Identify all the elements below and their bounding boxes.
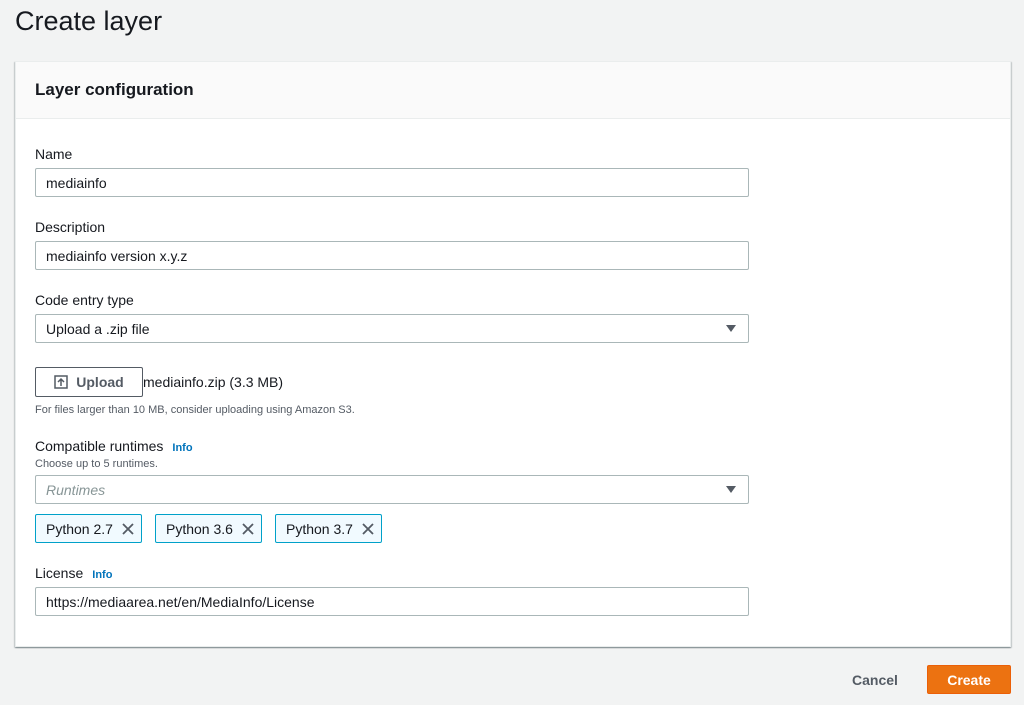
- runtimes-hint: Choose up to 5 runtimes.: [35, 458, 158, 470]
- upload-button[interactable]: Upload: [35, 367, 143, 397]
- code-entry-type-select[interactable]: Upload a .zip file: [35, 314, 749, 343]
- upload-icon: [54, 375, 69, 389]
- panel-header: Layer configuration: [16, 62, 1010, 119]
- runtimes-info-link[interactable]: Info: [172, 442, 192, 454]
- runtimes-placeholder: Runtimes: [46, 481, 106, 498]
- upload-hint: For files larger than 10 MB, consider up…: [35, 404, 355, 416]
- name-input-value: mediainfo: [46, 174, 107, 191]
- close-icon[interactable]: [361, 522, 375, 536]
- create-button[interactable]: Create: [927, 665, 1011, 694]
- compatible-runtimes-label-text: Compatible runtimes: [35, 438, 164, 454]
- panel-title: Layer configuration: [35, 80, 194, 99]
- code-entry-type-label: Code entry type: [35, 292, 134, 308]
- runtime-token-label: Python 2.7: [46, 520, 113, 537]
- runtime-token: Python 3.6: [155, 514, 262, 543]
- runtimes-select[interactable]: Runtimes: [35, 475, 749, 504]
- license-input[interactable]: https://mediaarea.net/en/MediaInfo/Licen…: [35, 587, 749, 616]
- runtime-token: Python 3.7: [275, 514, 382, 543]
- code-entry-type-value: Upload a .zip file: [46, 320, 150, 337]
- description-input-value: mediainfo version x.y.z: [46, 247, 188, 264]
- caret-down-icon: [726, 486, 736, 493]
- license-info-link[interactable]: Info: [92, 569, 112, 581]
- upload-button-label: Upload: [76, 374, 124, 390]
- runtime-token-label: Python 3.7: [286, 520, 353, 537]
- cancel-button[interactable]: Cancel: [837, 665, 913, 694]
- name-input[interactable]: mediainfo: [35, 168, 749, 197]
- page-title: Create layer: [15, 6, 163, 36]
- license-input-value: https://mediaarea.net/en/MediaInfo/Licen…: [46, 593, 315, 610]
- compatible-runtimes-label: Compatible runtimes Info: [35, 438, 193, 454]
- runtime-token: Python 2.7: [35, 514, 142, 543]
- close-icon[interactable]: [241, 522, 255, 536]
- runtime-token-label: Python 3.6: [166, 520, 233, 537]
- layer-configuration-panel: Layer configuration Name mediainfo Descr…: [15, 61, 1011, 647]
- name-label: Name: [35, 146, 73, 162]
- description-label: Description: [35, 219, 106, 235]
- license-label: License Info: [35, 565, 112, 581]
- description-input[interactable]: mediainfo version x.y.z: [35, 241, 749, 270]
- uploaded-file-name: mediainfo.zip (3.3 MB): [143, 374, 284, 390]
- caret-down-icon: [726, 325, 736, 332]
- close-icon[interactable]: [121, 522, 135, 536]
- license-label-text: License: [35, 565, 84, 581]
